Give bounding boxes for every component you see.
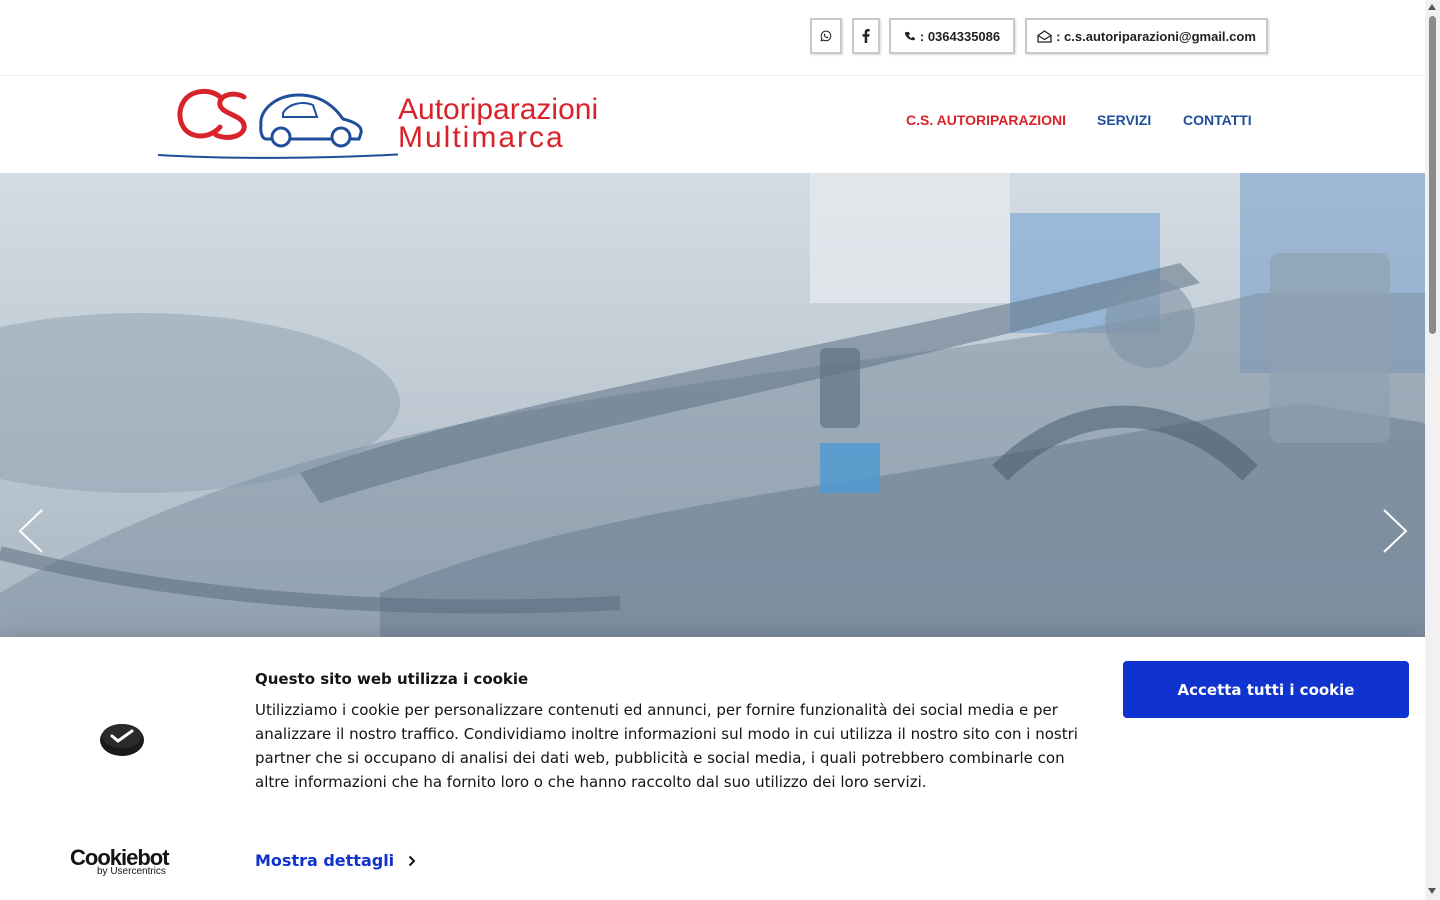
whatsapp-button[interactable] [810, 18, 842, 54]
logo-mark-icon [158, 89, 398, 159]
cookie-title: Questo sito web utilizza i cookie [255, 670, 529, 688]
nav-item-cs-autoriparazioni[interactable]: C.S. AUTORIPARAZIONI [906, 112, 1066, 128]
nav-item-servizi[interactable]: SERVIZI [1097, 112, 1151, 128]
accept-all-cookies-button[interactable]: Accetta tutti i cookie [1123, 661, 1409, 718]
phone-button[interactable]: : 0364335086 [889, 18, 1015, 54]
scroll-thumb[interactable] [1429, 16, 1436, 334]
email-label: : c.s.autoriparazioni@gmail.com [1056, 28, 1256, 44]
show-details-label: Mostra dettagli [255, 851, 395, 870]
whatsapp-icon [820, 30, 832, 42]
logo[interactable]: Autoriparazioni Multimarca [158, 83, 618, 163]
chevron-right-icon[interactable] [1380, 506, 1410, 556]
nav-item-contatti[interactable]: CONTATTI [1183, 112, 1252, 128]
cookiebot-sub: by Usercentrics [97, 866, 166, 877]
cookiebot-emblem-icon [100, 724, 144, 756]
phone-label: : 0364335086 [919, 28, 1001, 44]
chevron-right-small-icon [408, 855, 416, 866]
engine-bay-image [0, 173, 1425, 638]
hero-slider [0, 173, 1425, 638]
email-button[interactable]: : c.s.autoriparazioni@gmail.com [1025, 18, 1268, 54]
facebook-icon [862, 29, 870, 43]
scroll-up-icon[interactable] [1428, 4, 1436, 10]
top-bar: : 0364335086 : c.s.autoriparazioni@gmail… [0, 0, 1425, 76]
scroll-down-icon[interactable] [1428, 888, 1436, 894]
logo-line-2: Multimarca [398, 121, 565, 154]
chevron-left-icon[interactable] [16, 506, 46, 556]
scrollbar[interactable] [1425, 0, 1440, 900]
envelope-open-icon [1037, 29, 1052, 43]
cookie-banner: Cookiebot by Usercentrics Questo sito we… [0, 637, 1425, 900]
phone-icon [904, 31, 915, 41]
show-details-link[interactable]: Mostra dettagli [255, 851, 416, 870]
cookie-body: Utilizziamo i cookie per personalizzare … [255, 701, 1078, 791]
site-header: Autoriparazioni Multimarca C.S. AUTORIPA… [0, 77, 1425, 173]
facebook-button[interactable] [852, 18, 880, 54]
